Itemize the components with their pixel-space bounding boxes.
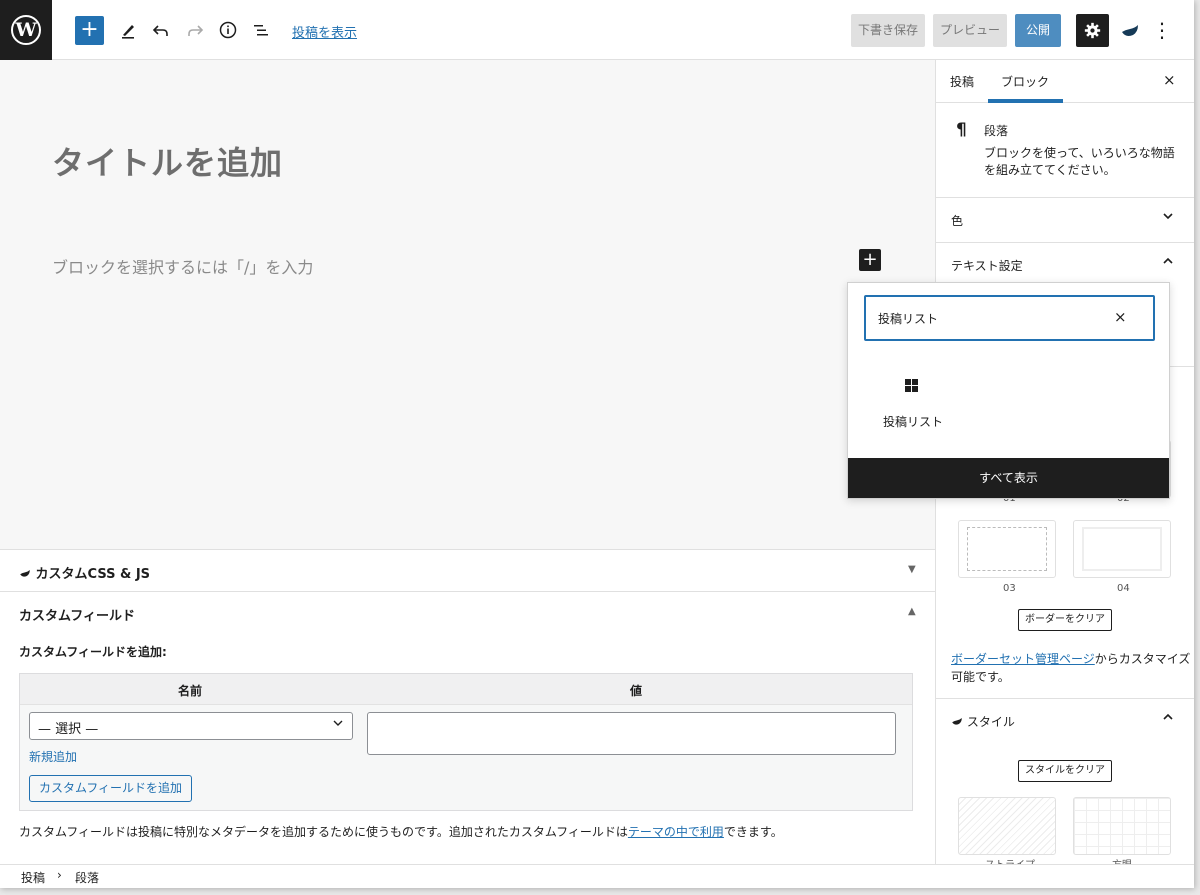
border-swatch-label-04: 04 (1117, 583, 1130, 594)
paragraph-block-placeholder[interactable]: ブロックを選択するには「/」を入力 (52, 254, 313, 278)
view-post-link[interactable]: 投稿を表示 (292, 22, 357, 41)
custom-field-value-textarea[interactable] (367, 712, 896, 755)
gear-icon (1084, 22, 1101, 39)
block-result-post-list[interactable]: 投稿リスト (870, 373, 950, 433)
publish-button[interactable]: 公開 (1015, 14, 1061, 47)
post-title-field[interactable]: タイトルを追加 (52, 138, 283, 184)
clear-search-icon[interactable]: × (1114, 308, 1127, 326)
undo-icon[interactable] (149, 18, 173, 42)
tab-post[interactable]: 投稿 (950, 73, 974, 90)
block-result-label: 投稿リスト (883, 415, 944, 429)
wordpress-logo-button[interactable]: W (0, 0, 52, 60)
details-info-icon[interactable] (216, 18, 240, 42)
block-breadcrumb: 投稿 › 段落 (0, 864, 1194, 888)
block-search-box[interactable]: × (864, 295, 1155, 341)
sidebar-tabs: 投稿 ブロック × (936, 60, 1194, 103)
column-value-header: 値 (630, 684, 643, 698)
style-swatch-label-stripe: ストライプ (985, 856, 1035, 864)
clear-style-button[interactable]: スタイルをクリア (1018, 760, 1112, 782)
border-swatch-label-03: 03 (1003, 583, 1016, 594)
browse-all-button[interactable]: すべて表示 (848, 458, 1169, 498)
style-swatch-grid[interactable] (1073, 797, 1171, 855)
chevron-down-icon (332, 717, 344, 732)
collapse-arrow-icon[interactable]: ▼ (908, 564, 916, 575)
top-toolbar: W + 投稿を表示 下書き保存 プレビュー 公開 ⋮ (0, 0, 1194, 60)
dashed-border-preview (967, 527, 1047, 571)
custom-fields-title: カスタムフィールド (19, 609, 135, 624)
meta-boxes-area: カスタムCSS & JS ▼ カスタムフィールド ▲ カスタムフィールドを追加:… (0, 549, 935, 864)
custom-css-js-panel-header[interactable]: カスタムCSS & JS ▼ (0, 549, 935, 591)
style-panel-title: スタイル (951, 713, 1015, 730)
preview-button[interactable]: プレビュー (933, 14, 1008, 47)
style-panel-header[interactable]: スタイル (936, 698, 1194, 743)
plugin-swirl-icon (20, 570, 30, 577)
custom-field-table-header: 名前 値 (20, 674, 912, 705)
more-options-icon[interactable]: ⋮ (1152, 18, 1172, 42)
tools-pencil-icon[interactable] (116, 18, 140, 42)
block-search-input[interactable] (878, 307, 1098, 329)
clear-border-button[interactable]: ボーダーをクリア (1018, 609, 1112, 631)
inline-block-inserter-button[interactable]: + (859, 249, 881, 271)
paragraph-icon: ¶ (956, 120, 967, 140)
editor-window: W + 投稿を表示 下書き保存 プレビュー 公開 ⋮ タイトルを追加 ブロックを… (0, 0, 1194, 888)
border-set-manage-link[interactable]: ボーダーセット管理ページ (951, 652, 1095, 666)
style-swatch-label-grid: 方眼 (1112, 856, 1132, 864)
wordpress-logo-icon: W (11, 15, 41, 45)
add-custom-field-button[interactable]: カスタムフィールドを追加 (29, 775, 193, 802)
custom-field-key-select[interactable]: — 選択 — (29, 712, 353, 740)
new-custom-field-link[interactable]: 新規追加 (29, 748, 77, 765)
expand-arrow-icon[interactable]: ▲ (908, 606, 916, 617)
custom-field-form: 名前 値 — 選択 — 新規追加 カスタムフィールドを追加 (19, 673, 913, 811)
border-swatch-03[interactable] (958, 520, 1056, 578)
block-card: ¶ 段落 ブロックを使って、いろいろな物語を組み立ててください。 (936, 103, 1194, 198)
block-name: 段落 (984, 124, 1009, 138)
border-set-note: ボーダーセット管理ページからカスタマイズ可能です。 (951, 652, 1191, 684)
breadcrumb-root[interactable]: 投稿 (21, 869, 45, 886)
theme-usage-link[interactable]: テーマの中で利用 (628, 825, 724, 839)
tab-block[interactable]: ブロック (1001, 73, 1049, 90)
border-swatch-04[interactable] (1073, 520, 1171, 578)
block-description: ブロックを使って、いろいろな物語を組み立ててください。 (984, 146, 1175, 177)
editor-canvas[interactable]: タイトルを追加 ブロックを選択するには「/」を入力 + (0, 60, 935, 549)
color-panel-header[interactable]: 色 (936, 198, 1194, 243)
style-swatch-stripe[interactable] (958, 797, 1056, 855)
grid-icon (905, 379, 918, 392)
save-draft-button[interactable]: 下書き保存 (851, 14, 926, 47)
double-border-preview (1082, 527, 1162, 571)
plugin-swirl-icon (952, 718, 962, 725)
chevron-down-icon (1162, 210, 1174, 226)
block-inserter-toggle[interactable]: + (75, 16, 104, 45)
close-icon[interactable]: × (1163, 71, 1176, 89)
add-custom-field-label: カスタムフィールドを追加: (19, 645, 167, 659)
column-name-header: 名前 (178, 684, 203, 698)
chevron-up-icon (1162, 255, 1174, 271)
settings-button[interactable] (1076, 14, 1109, 47)
breadcrumb-current[interactable]: 段落 (75, 869, 99, 886)
quick-inserter-popover: × 投稿リスト すべて表示 (847, 282, 1170, 499)
chevron-up-icon (1162, 711, 1174, 727)
list-view-icon[interactable] (249, 18, 273, 42)
custom-css-js-title: カスタムCSS & JS (19, 563, 150, 582)
breadcrumb-separator-icon: › (57, 868, 62, 882)
redo-icon[interactable] (183, 18, 207, 42)
custom-fields-help-text: カスタムフィールドは投稿に特別なメタデータを追加するために使うものです。追加され… (19, 825, 783, 839)
plugin-swirl-icon[interactable] (1120, 20, 1140, 40)
custom-fields-panel-header[interactable]: カスタムフィールド ▲ (0, 591, 935, 633)
